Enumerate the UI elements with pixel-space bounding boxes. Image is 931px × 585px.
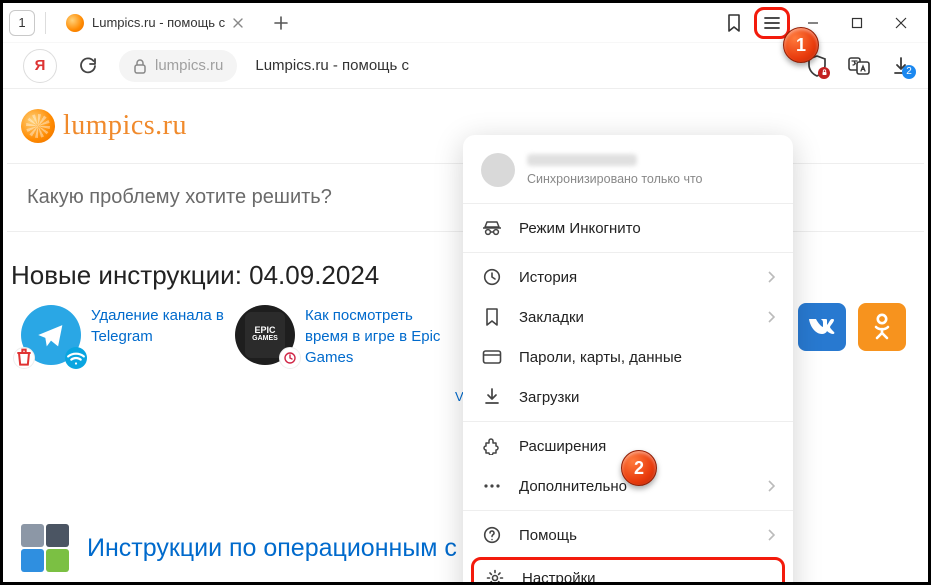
menu-label: Настройки xyxy=(522,570,772,585)
address-bar[interactable]: lumpics.ru xyxy=(119,50,237,82)
menu-separator xyxy=(463,421,793,422)
yandex-home-button[interactable]: Я xyxy=(23,49,57,83)
telegram-icon xyxy=(21,305,81,365)
close-window-button[interactable] xyxy=(880,7,922,39)
article-link[interactable]: Удаление канала в Telegram xyxy=(91,305,231,347)
menu-item-downloads[interactable]: Загрузки xyxy=(463,377,793,417)
clock-badge-icon xyxy=(279,347,301,369)
page-content: lumpics.ru Какую проблему хотите решить?… xyxy=(3,89,928,582)
reload-button[interactable] xyxy=(73,51,103,81)
chevron-right-icon xyxy=(767,271,775,283)
tab-counter[interactable]: 1 xyxy=(9,10,35,36)
maximize-button[interactable] xyxy=(836,7,878,39)
menu-item-help[interactable]: Помощь xyxy=(463,515,793,555)
menu-label: История xyxy=(519,269,767,286)
chevron-right-icon xyxy=(767,529,775,541)
callout-badge-1: 1 xyxy=(783,27,819,63)
menu-separator xyxy=(463,203,793,204)
menu-profile[interactable]: Синхронизировано только что xyxy=(463,143,793,199)
profile-name-blurred xyxy=(527,154,637,166)
history-icon xyxy=(481,266,503,288)
close-tab-icon[interactable] xyxy=(233,18,243,28)
os-section[interactable]: Инструкции по операционным с xyxy=(21,524,457,572)
epic-games-icon: EPIC GAMES xyxy=(235,305,295,365)
menu-label: Пароли, карты, данные xyxy=(519,349,775,366)
site-logo-icon[interactable] xyxy=(21,109,55,143)
menu-label: Режим Инкогнито xyxy=(519,220,775,237)
callout-badge-2: 2 xyxy=(621,450,657,486)
browser-tab[interactable]: Lumpics.ru - помощь с xyxy=(58,6,253,40)
site-name[interactable]: lumpics.ru xyxy=(63,110,187,142)
downloads-button[interactable]: 2 xyxy=(884,49,918,83)
avatar xyxy=(481,153,515,187)
os-section-title[interactable]: Инструкции по операционным с xyxy=(87,534,457,563)
gear-icon xyxy=(484,567,506,585)
main-menu-button[interactable] xyxy=(754,7,790,39)
download-icon xyxy=(481,386,503,408)
article-link[interactable]: Как посмотреть время в игре в Epic Games xyxy=(305,305,445,368)
incognito-icon xyxy=(481,217,503,239)
new-tab-button[interactable] xyxy=(267,9,295,37)
wifi-badge-icon xyxy=(65,347,87,369)
downloads-count-badge: 2 xyxy=(902,65,916,79)
article-card[interactable]: EPIC GAMES Как посмотреть время в игре в… xyxy=(235,305,445,404)
menu-separator xyxy=(463,510,793,511)
menu-label: Закладки xyxy=(519,309,767,326)
tab-title: Lumpics.ru - помощь с xyxy=(92,15,225,30)
lock-icon xyxy=(133,58,147,74)
chevron-right-icon xyxy=(767,311,775,323)
menu-separator xyxy=(463,252,793,253)
help-icon xyxy=(481,524,503,546)
menu-item-incognito[interactable]: Режим Инкогнито xyxy=(463,208,793,248)
search-placeholder: Какую проблему хотите решить? xyxy=(27,186,332,208)
tab-divider xyxy=(45,12,46,34)
article-card[interactable]: Удаление канала в Telegram xyxy=(21,305,231,404)
menu-label: Помощь xyxy=(519,527,767,544)
vk-button[interactable] xyxy=(798,303,846,351)
os-grid-icon xyxy=(21,524,69,572)
social-buttons xyxy=(798,303,906,351)
shield-lock-badge xyxy=(818,67,830,79)
favicon-icon xyxy=(66,14,84,32)
more-dots-icon xyxy=(481,475,503,497)
bookmark-ribbon-icon[interactable] xyxy=(716,7,752,39)
profile-status: Синхронизировано только что xyxy=(527,172,703,186)
puzzle-icon xyxy=(481,435,503,457)
bookmark-icon xyxy=(481,306,503,328)
card-icon xyxy=(481,346,503,368)
translate-icon[interactable] xyxy=(842,49,876,83)
address-host: lumpics.ru xyxy=(155,57,223,74)
menu-label: Загрузки xyxy=(519,389,775,406)
main-menu-dropdown: Синхронизировано только что Режим Инкогн… xyxy=(463,135,793,585)
menu-item-bookmarks[interactable]: Закладки xyxy=(463,297,793,337)
menu-item-history[interactable]: История xyxy=(463,257,793,297)
menu-item-settings[interactable]: Настройки xyxy=(471,557,785,585)
ok-button[interactable] xyxy=(858,303,906,351)
trash-badge-icon xyxy=(13,347,35,369)
menu-item-passwords[interactable]: Пароли, карты, данные xyxy=(463,337,793,377)
page-crumb: Lumpics.ru - помощь с xyxy=(255,57,409,74)
chevron-right-icon xyxy=(767,480,775,492)
